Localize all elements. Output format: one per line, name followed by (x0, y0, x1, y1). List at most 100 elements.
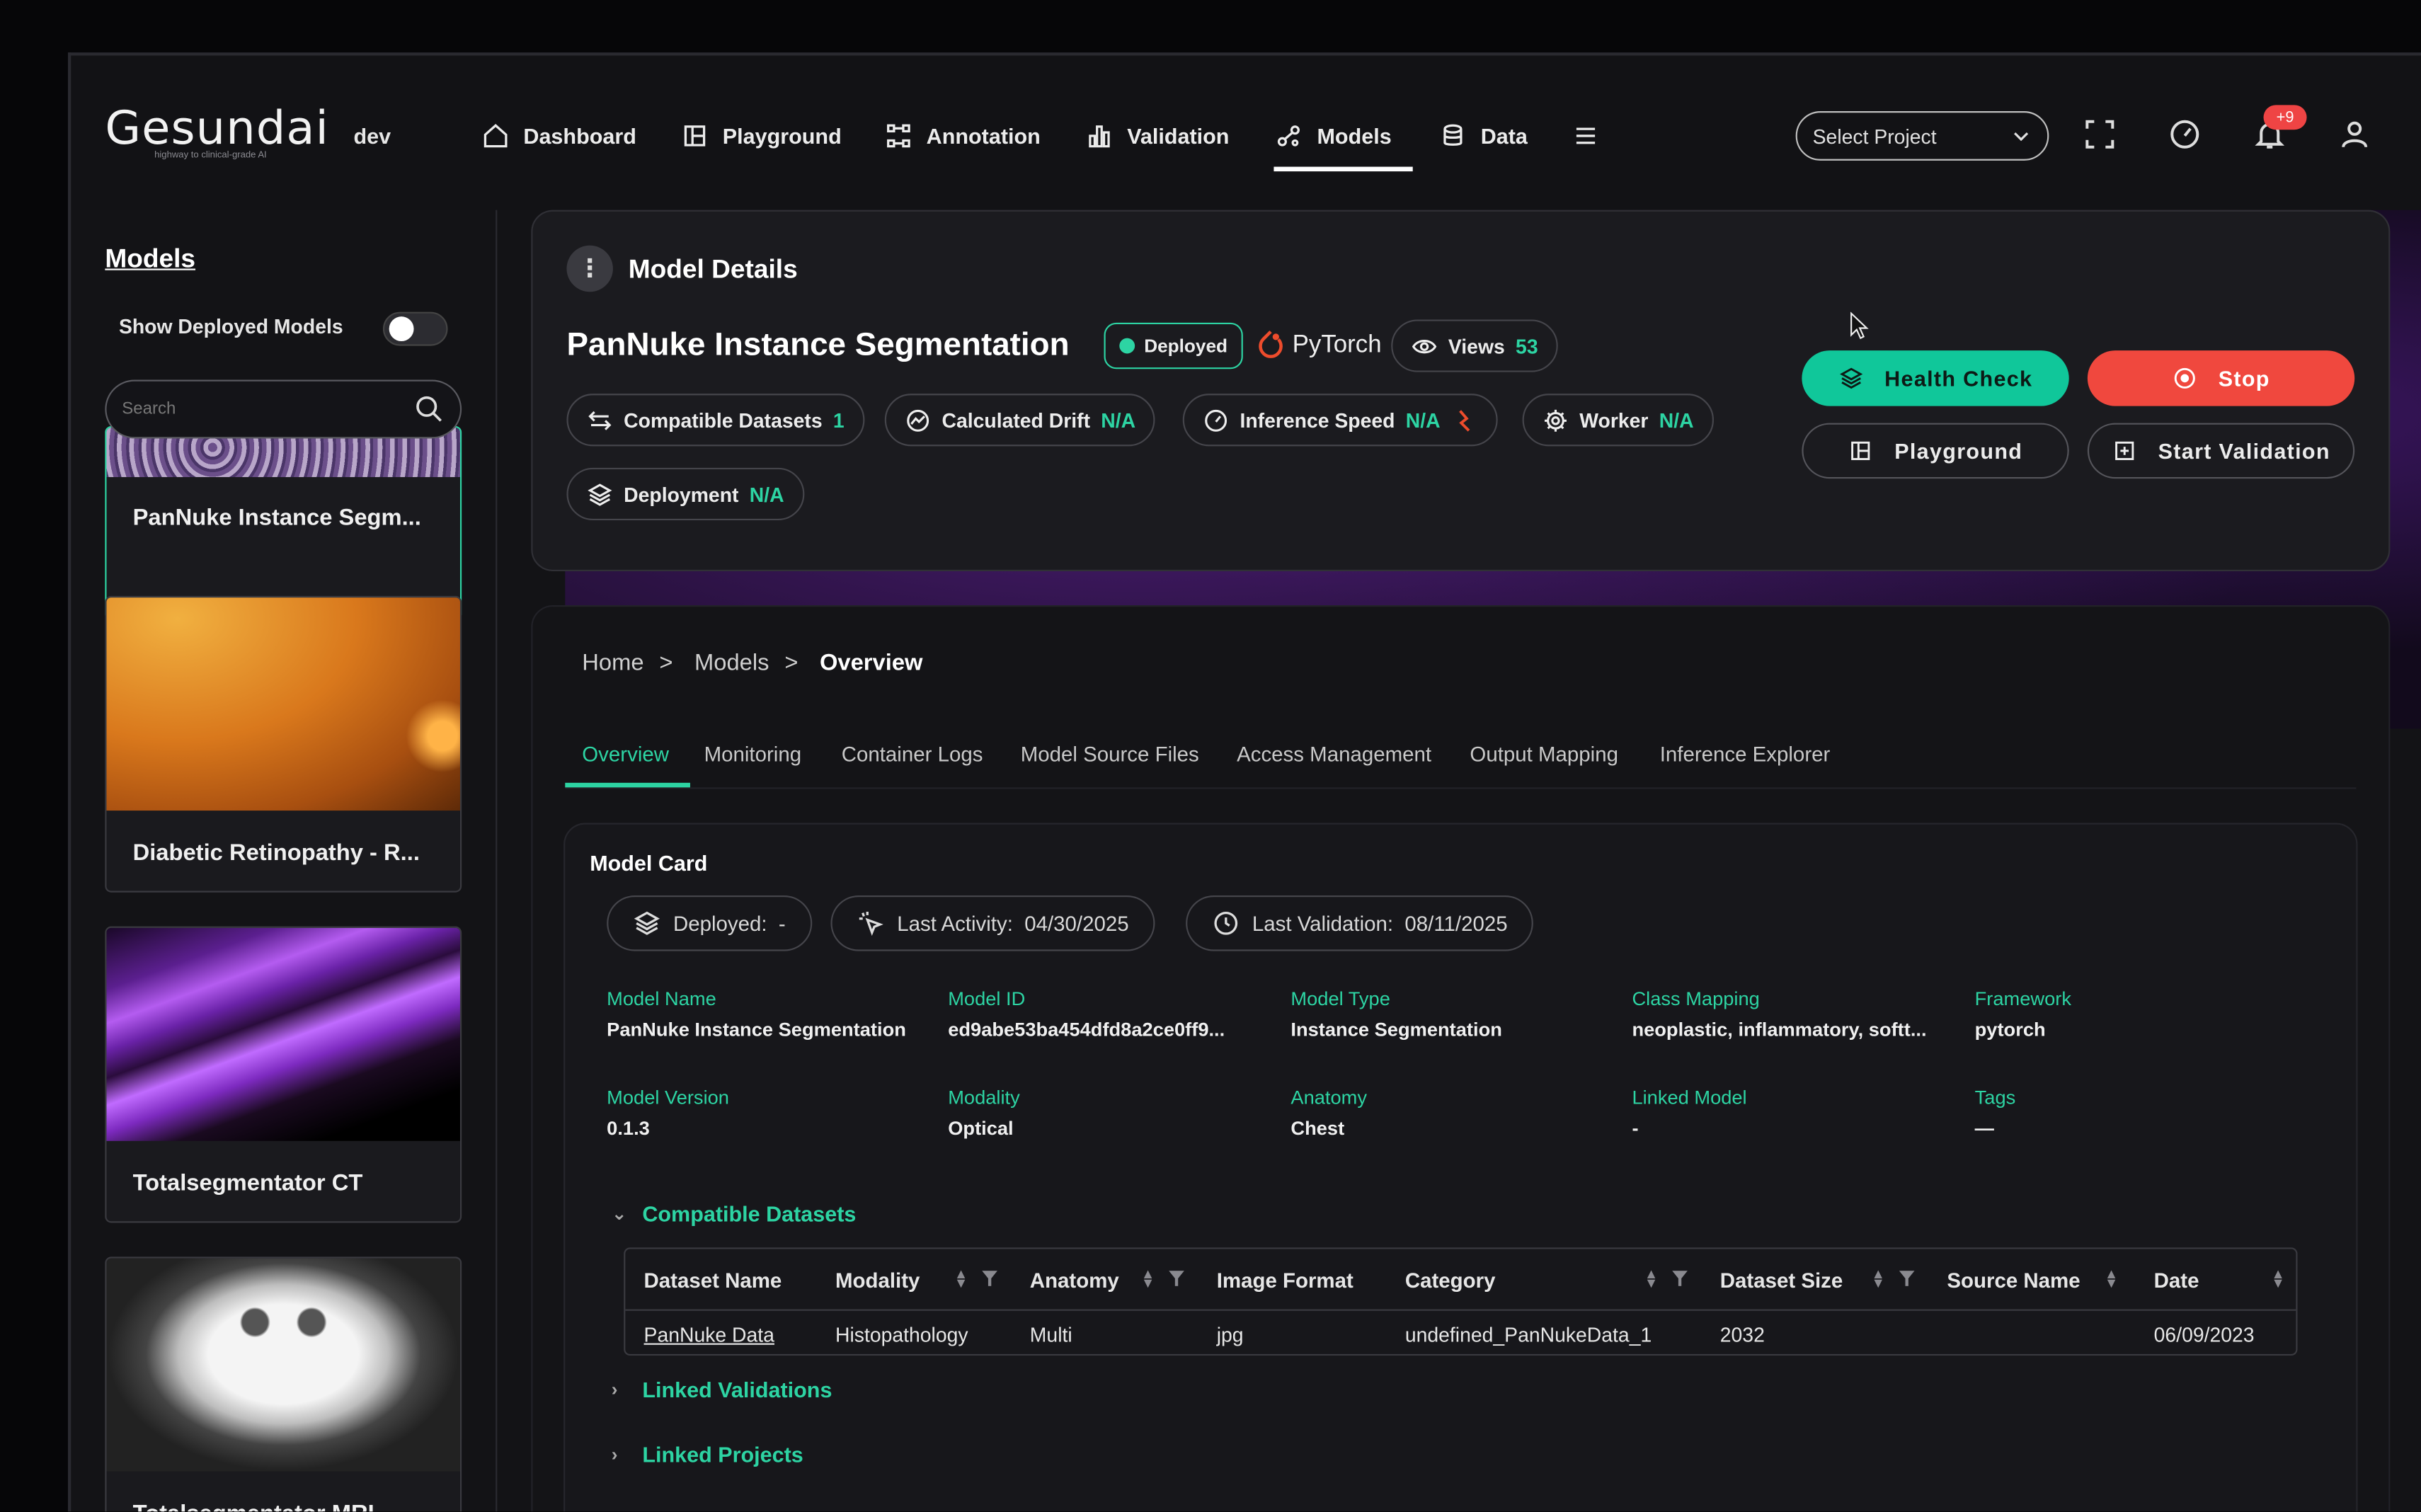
inference-speed-pill[interactable]: Inference Speed N/A (1182, 394, 1498, 447)
logo-tagline: highway to clinical-grade AI (154, 151, 267, 161)
field-value: Optical (948, 1118, 1014, 1140)
column-header[interactable]: Image Format (1217, 1269, 1353, 1293)
nav-models[interactable]: Models (1276, 118, 1392, 154)
breadcrumb-home[interactable]: Home (582, 650, 643, 676)
start-validation-button[interactable]: Start Validation (2087, 423, 2355, 479)
breadcrumb-separator: > (659, 650, 673, 677)
pytorch-flame-icon (1259, 330, 1283, 358)
tab-output-mapping[interactable]: Output Mapping (1470, 743, 1618, 766)
deployment-pill[interactable]: Deployment N/A (566, 467, 804, 521)
logo[interactable]: Gesundai highway to clinical-grade AI (105, 102, 328, 164)
calculated-drift-pill[interactable]: Calculated Drift N/A (884, 394, 1156, 447)
linked-projects-section[interactable]: › Linked Projects (612, 1442, 803, 1467)
drift-icon (907, 408, 929, 431)
nav-annotation[interactable]: Annotation (885, 118, 1041, 154)
calculated-drift-label: Calculated Drift (942, 408, 1091, 432)
pytorch-logo: PyTorch (1255, 329, 1382, 363)
column-header[interactable]: Category (1405, 1269, 1496, 1293)
compatible-datasets-pill[interactable]: Compatible Datasets 1 (566, 394, 865, 447)
filter-icon[interactable] (1672, 1271, 1688, 1286)
compatible-datasets-section[interactable]: ⌄ Compatible Datasets (612, 1201, 857, 1226)
model-card-pannuke[interactable]: PanNuke Instance Segm... (105, 425, 462, 621)
field-value: - (1632, 1118, 1639, 1140)
model-card-label: PanNuke Instance Segm... (132, 505, 421, 532)
column-header[interactable]: Anatomy (1030, 1269, 1119, 1293)
column-header[interactable]: Dataset Name (644, 1269, 782, 1293)
sort-icon[interactable]: ▲ ▼ (954, 1267, 968, 1290)
sort-icon[interactable]: ▲ ▼ (2105, 1267, 2118, 1290)
health-check-label: Health Check (1884, 365, 2033, 391)
dataset-name-link[interactable]: PanNuke Data (644, 1323, 774, 1346)
search-icon[interactable] (414, 394, 445, 425)
sidebar-title[interactable]: Models (105, 244, 195, 275)
linked-validations-heading: Linked Validations (642, 1377, 832, 1402)
kebab-menu-icon[interactable]: ⋮ (566, 245, 613, 292)
health-check-button[interactable]: Health Check (1802, 350, 2069, 406)
calculated-drift-value: N/A (1101, 408, 1136, 432)
linked-validations-section[interactable]: › Linked Validations (612, 1378, 832, 1402)
breadcrumb-models[interactable]: Models (694, 650, 769, 676)
layers-icon (588, 483, 612, 505)
column-header[interactable]: Modality (835, 1269, 920, 1293)
tab-access-management[interactable]: Access Management (1237, 743, 1431, 766)
sort-icon[interactable]: ▲ ▼ (1141, 1267, 1155, 1290)
clock-icon (1214, 911, 1238, 935)
search-input[interactable] (122, 399, 400, 419)
field-key: Model Version (607, 1087, 729, 1109)
playground-button[interactable]: Playground (1802, 423, 2069, 479)
environment-label: dev (353, 123, 391, 149)
sort-icon[interactable]: ▲ ▼ (1872, 1267, 1885, 1290)
project-select[interactable]: Select Project (1795, 111, 2049, 161)
model-card-diabetic-retinopathy[interactable]: Diabetic Retinopathy - R... (105, 595, 462, 893)
linked-projects-heading: Linked Projects (642, 1442, 803, 1467)
layout-icon (684, 125, 706, 147)
worker-label: Worker (1579, 408, 1649, 432)
table-cell: 06/09/2023 (2153, 1323, 2255, 1346)
playground-label: Playground (1894, 438, 2023, 464)
column-header[interactable]: Source Name (1947, 1269, 2080, 1293)
table-cell: Multi (1029, 1323, 1072, 1346)
start-validation-label: Start Validation (2158, 438, 2330, 464)
nav-dashboard-label: Dashboard (523, 123, 636, 149)
filter-icon[interactable] (1899, 1271, 1915, 1286)
models-sidebar: Models Show Deployed Models PanNuke Inst… (71, 210, 498, 1512)
tab-monitoring[interactable]: Monitoring (704, 743, 801, 766)
tab-inference-explorer[interactable]: Inference Explorer (1660, 743, 1831, 766)
filter-icon[interactable] (982, 1271, 998, 1286)
nav-validation[interactable]: Validation (1085, 118, 1229, 154)
nav-playground[interactable]: Playground (681, 118, 842, 154)
tab-container-logs[interactable]: Container Logs (842, 743, 983, 766)
field-value: — (1974, 1118, 1994, 1140)
model-card-title: Model Card (590, 850, 708, 876)
gauge-icon (1205, 408, 1227, 431)
nav-data[interactable]: Data (1439, 118, 1528, 154)
nav-dashboard[interactable]: Dashboard (482, 118, 636, 154)
filter-icon[interactable] (1169, 1271, 1184, 1286)
sort-icon[interactable]: ▲ ▼ (1644, 1267, 1658, 1290)
speedometer-icon[interactable] (2168, 118, 2202, 151)
home-icon (483, 124, 508, 148)
field-key: Model Type (1290, 987, 1390, 1010)
sort-icon[interactable]: ▲ ▼ (2271, 1267, 2284, 1290)
tab-overview[interactable]: Overview (582, 743, 669, 766)
mouse-cursor-icon (1850, 311, 1869, 340)
fullscreen-icon[interactable] (2083, 118, 2117, 151)
deployment-value: N/A (749, 482, 784, 506)
app-window: Gesundai highway to clinical-grade AI de… (67, 52, 2421, 1512)
deployed-toggle[interactable] (382, 311, 448, 346)
pointer-click-icon (859, 911, 883, 936)
model-card-totalsegmentator-ct[interactable]: Totalsegmentator CT (105, 926, 462, 1223)
stop-button[interactable]: Stop (2087, 350, 2355, 406)
worker-pill[interactable]: Worker N/A (1522, 394, 1714, 447)
user-icon[interactable] (2337, 118, 2371, 151)
column-header[interactable]: Date (2154, 1269, 2199, 1293)
annotation-icon (887, 124, 910, 148)
tab-model-source-files[interactable]: Model Source Files (1021, 743, 1199, 766)
tab-active-indicator (565, 782, 690, 788)
model-card-totalsegmentator-mri[interactable]: Totalsegmentator MRI (105, 1256, 462, 1512)
field-value: ed9abe53ba454dfd8a2ce0ff9... (948, 1019, 1225, 1041)
top-navigation: Gesundai highway to clinical-grade AI de… (71, 55, 2421, 210)
field-key: Tags (1974, 1087, 2016, 1109)
column-header[interactable]: Dataset Size (1720, 1269, 1843, 1293)
nav-more-menu[interactable] (1572, 118, 1599, 154)
